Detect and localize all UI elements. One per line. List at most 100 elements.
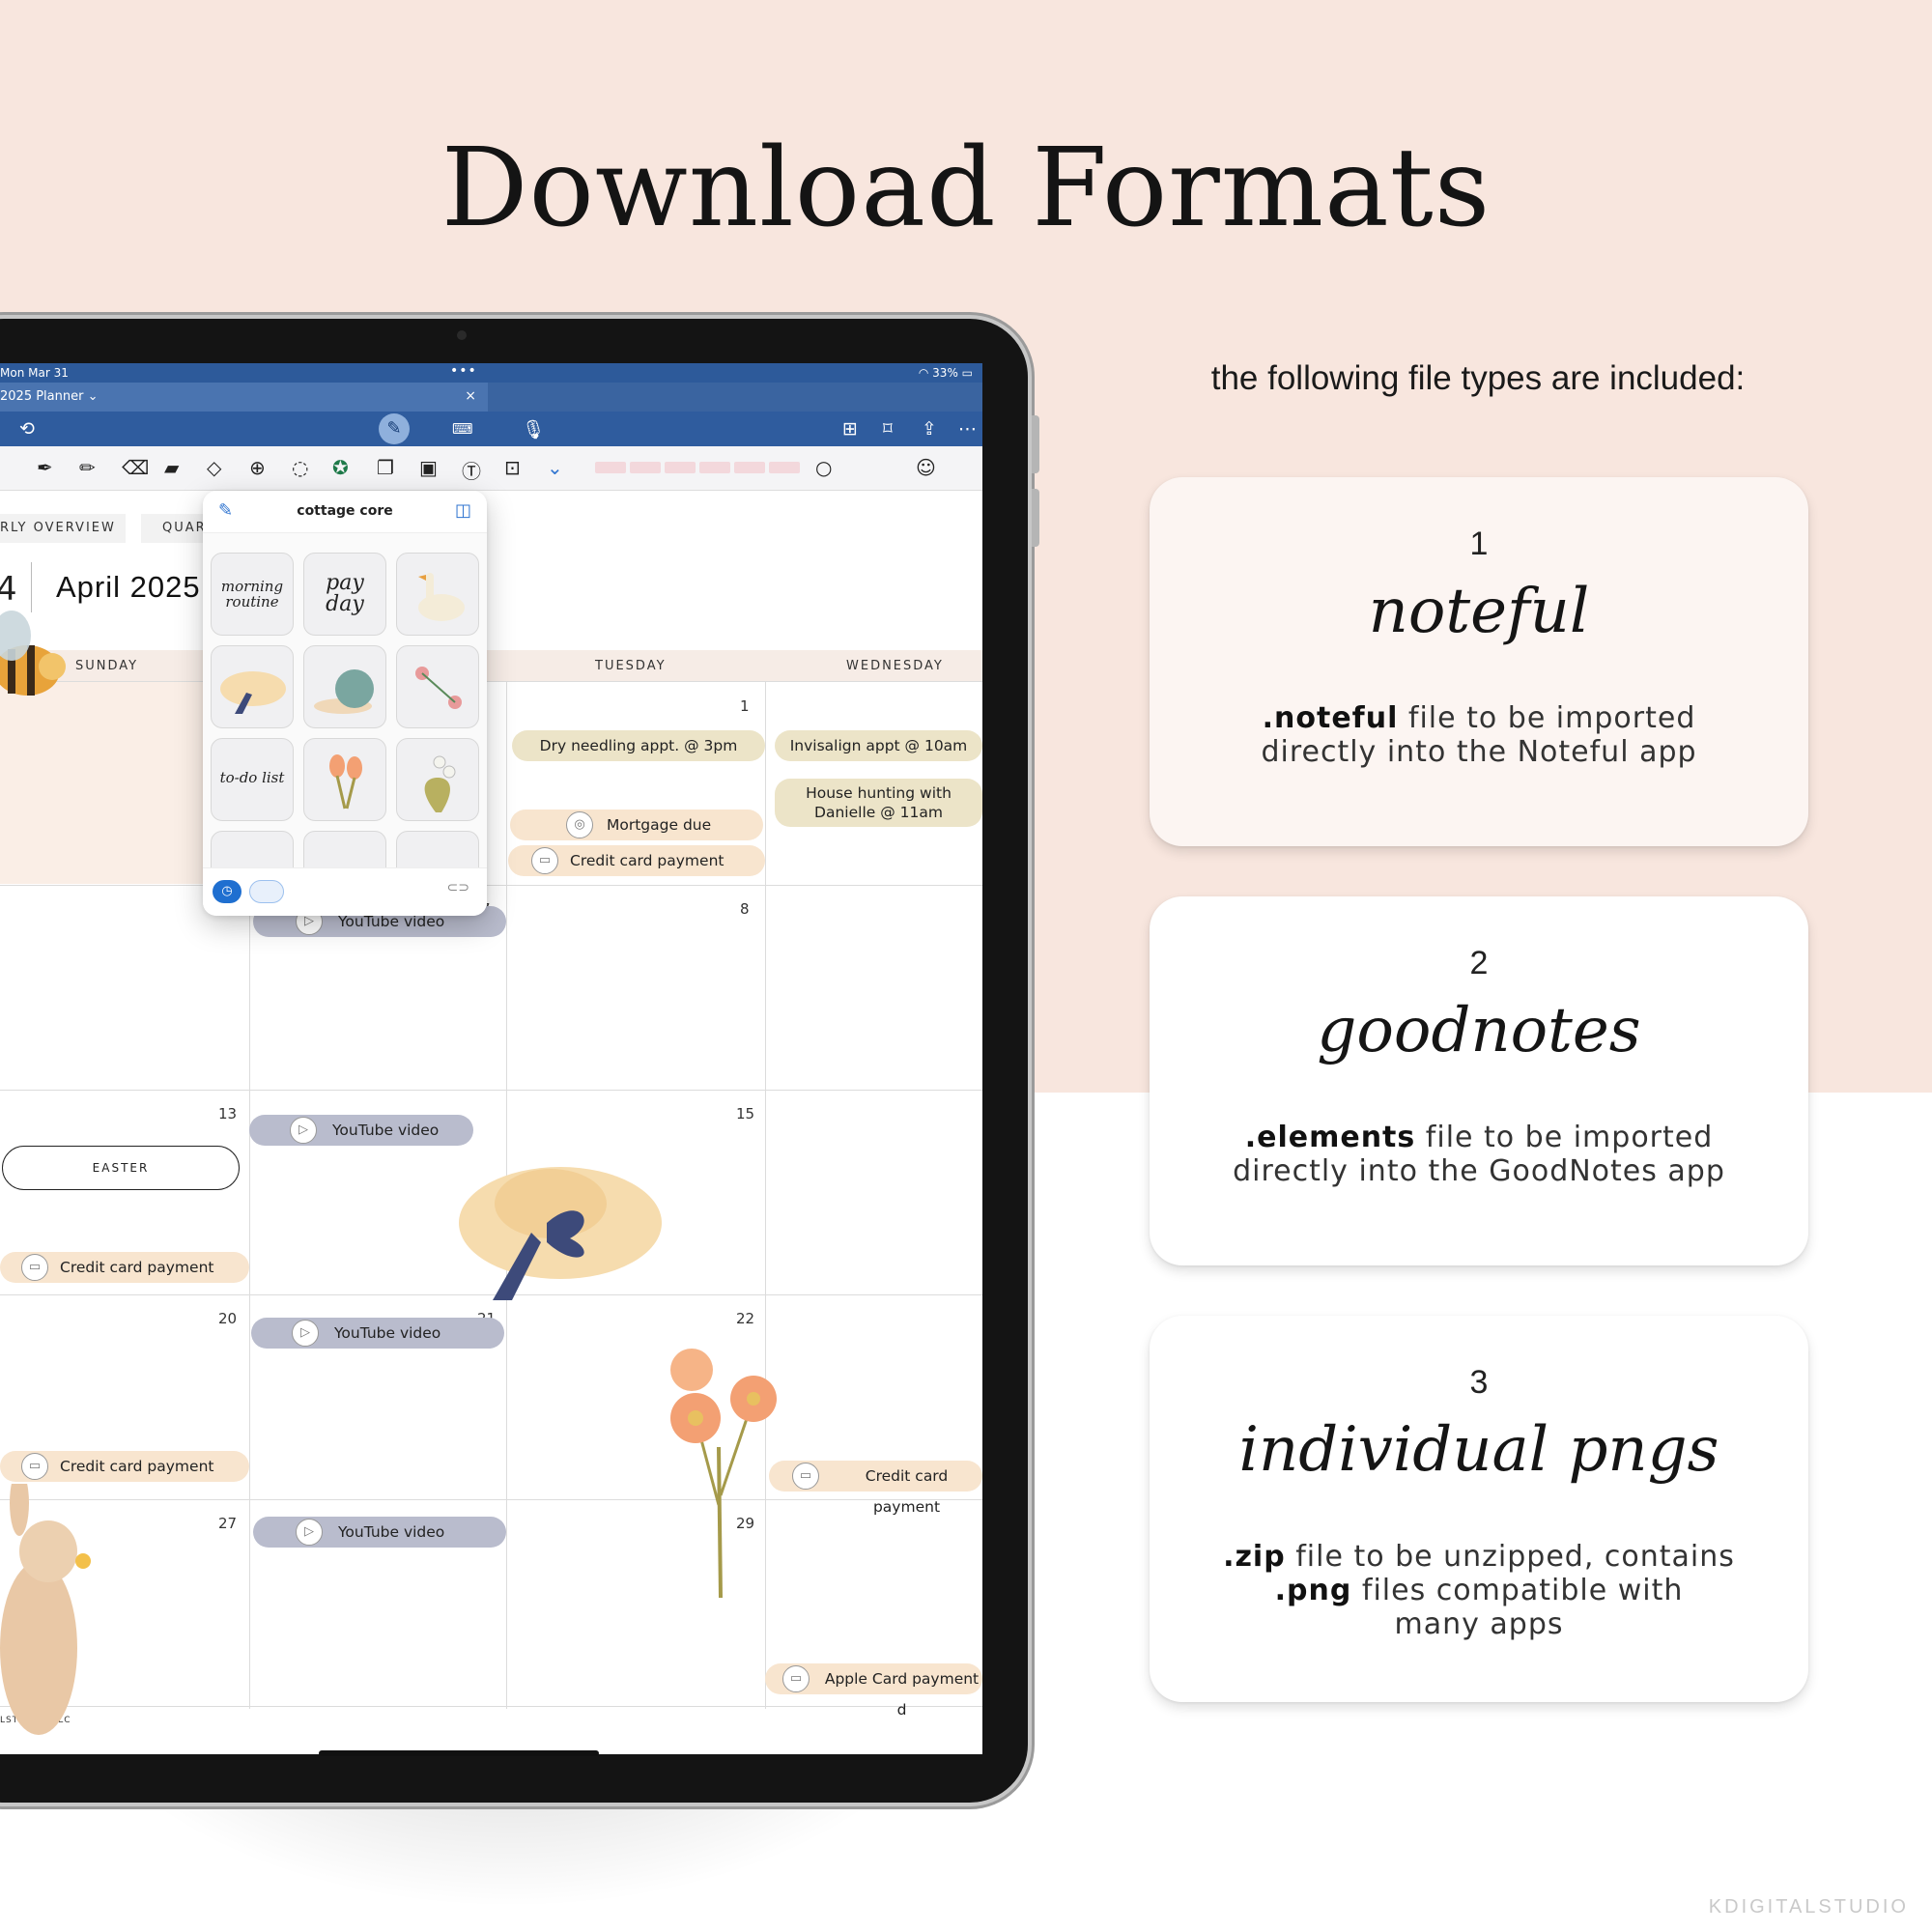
washi-tape-sticker[interactable] [595, 462, 626, 473]
grid-line [0, 681, 982, 682]
event-house-hunting[interactable]: House hunting with Danielle @ 11am [775, 779, 982, 827]
day-number: 27 [218, 1515, 238, 1532]
sticker-lily[interactable] [396, 738, 479, 821]
bunny-illustration [0, 1484, 91, 1735]
shapes-icon[interactable]: ◇ [207, 456, 221, 479]
tulip-icon [329, 754, 362, 810]
share-icon[interactable]: ⇪ [922, 418, 937, 440]
event-credit-card[interactable]: ▭ Credit card payment [0, 1451, 249, 1482]
event-youtube-video[interactable]: ▷ YouTube video [251, 1318, 504, 1349]
sidebar-icon[interactable]: ◫ [455, 500, 471, 521]
event-youtube-video[interactable]: ▷ YouTube video [253, 1517, 506, 1548]
sticker-panel: ✎ cottage core ◫ morning routine pay day t… [203, 491, 487, 916]
sticker-panel-header: ✎ cottage core ◫ [203, 491, 487, 533]
event-credit-card[interactable]: ▭ Credit card payment [508, 845, 765, 876]
play-icon: ▷ [290, 1117, 317, 1144]
sticker-item[interactable] [211, 831, 294, 867]
goose-icon [418, 573, 465, 621]
sticker-to-do-list[interactable]: to-do list [211, 738, 294, 821]
circle-icon[interactable]: ○ [815, 456, 832, 479]
credit-card-icon: ▭ [792, 1463, 819, 1490]
sticker-grid: morning routine pay day to-do list [203, 533, 487, 867]
washi-tape-sticker[interactable] [734, 462, 765, 473]
washi-tape-sticker[interactable] [665, 462, 696, 473]
card-description: .elements file to be imported directly i… [1233, 1121, 1725, 1188]
eraser-icon[interactable]: ⌫ [122, 456, 149, 479]
sticker-item[interactable] [396, 831, 479, 867]
camera-icon[interactable]: ⊡ [504, 456, 521, 479]
sticker-tulips[interactable] [303, 738, 386, 821]
tab-title: 2025 Planner ⌄ [0, 389, 99, 404]
volume-button [1032, 489, 1039, 547]
format-card-noteful: 1 noteful .noteful file to be imported d… [1150, 477, 1808, 846]
event-mortgage-due[interactable]: ◎ Mortgage due [510, 810, 763, 840]
sticker-item[interactable] [303, 831, 386, 867]
sticker-icon[interactable]: ✪ [332, 456, 349, 479]
event-apple-card[interactable]: ▭ Apple Card payment d [765, 1663, 982, 1719]
format-card-individual-pngs: 3 individual pngs .zip file to be unzipp… [1150, 1316, 1808, 1702]
event-easter[interactable]: EASTER [2, 1146, 240, 1190]
sticker-snail[interactable] [303, 645, 386, 728]
sticker-goose[interactable] [396, 553, 479, 636]
month-title: April 2025 [56, 570, 201, 604]
day-number: 20 [218, 1310, 238, 1327]
event-credit-card[interactable]: ▭ Credit card payment [0, 1252, 249, 1283]
sticker-pay-day[interactable]: pay day [303, 553, 386, 636]
piggy-bank-icon: ◎ [566, 811, 593, 838]
rotate-icon[interactable]: ⟲ [19, 418, 35, 440]
sticker-flowers[interactable] [396, 645, 479, 728]
more-icon[interactable]: ⋯ [958, 418, 977, 440]
tool-bar: ✒ ✏ ⌫ ▰ ◇ ⊕ ◌ ✪ ❐ ▣ Ⓣ ⊡ ⌄ ○ ☺ [0, 446, 982, 491]
sticker-panel-footer: ◷ ⊂⊃ [203, 867, 487, 916]
weekday-header [0, 650, 982, 681]
link-icon[interactable]: ⊂⊃ [447, 880, 469, 895]
yearly-overview-button[interactable]: RLY OVERVIEW [0, 514, 126, 543]
text-icon[interactable]: Ⓣ [462, 456, 481, 484]
sticker-category[interactable] [249, 880, 284, 903]
card-format-name: individual pngs [1238, 1414, 1719, 1486]
day-number: 13 [218, 1105, 238, 1122]
add-page-icon[interactable]: ⊞ [842, 418, 858, 440]
event-youtube-video[interactable]: ▷ YouTube video [249, 1115, 473, 1146]
zoom-icon[interactable]: ⊕ [249, 456, 266, 479]
smiley-icon[interactable]: ☺ [916, 456, 936, 479]
tab-2025-planner[interactable]: 2025 Planner ⌄ × [0, 383, 488, 412]
keyboard-icon[interactable]: ⌨ [452, 420, 473, 438]
copy-icon[interactable]: ❐ [377, 456, 394, 479]
pen-mode-icon[interactable]: ✎ [379, 413, 410, 444]
close-icon[interactable]: × [465, 388, 476, 404]
play-icon: ▷ [292, 1320, 319, 1347]
sun-hat-illustration [459, 1167, 662, 1300]
image-icon[interactable]: ▣ [419, 456, 438, 479]
tab-bar: 2025 Planner ⌄ × [0, 383, 982, 412]
washi-tape-sticker[interactable] [630, 462, 661, 473]
weekday-sunday: SUNDAY [75, 659, 139, 673]
lasso-icon[interactable]: ◌ [292, 456, 308, 479]
subheading: the following file types are included: [1210, 359, 1746, 397]
bookmark-icon[interactable]: ⌑ [883, 418, 893, 440]
sticker-hat[interactable] [211, 645, 294, 728]
chevron-down-icon[interactable]: ⌄ [547, 456, 563, 479]
pencil-icon[interactable]: ✏ [79, 456, 96, 479]
flower-bouquet-illustration [670, 1349, 777, 1599]
washi-tape-sticker[interactable] [699, 462, 730, 473]
card-description: .noteful file to be imported directly in… [1261, 701, 1697, 769]
event-credit-card[interactable]: ▭ Credit card payment [769, 1461, 982, 1516]
microphone-icon[interactable]: 🎙 [522, 418, 545, 440]
day-number: 15 [736, 1105, 755, 1122]
sticker-morning-routine[interactable]: morning routine [211, 553, 294, 636]
card-number: 1 [1469, 526, 1489, 562]
event-invisalign[interactable]: Invisalign appt @ 10am [775, 730, 982, 761]
format-card-goodnotes: 2 goodnotes .elements file to be importe… [1150, 896, 1808, 1265]
event-dry-needling[interactable]: Dry needling appt. @ 3pm [512, 730, 765, 761]
multitask-dots[interactable]: ••• [450, 363, 477, 379]
home-indicator [319, 1750, 599, 1756]
recent-icon[interactable]: ◷ [213, 880, 242, 903]
washi-tape-sticker[interactable] [769, 462, 800, 473]
planner-page: RLY OVERVIEW QUART 4 April 2025 SUNDAY T… [0, 491, 982, 1754]
highlighter-icon[interactable]: ▰ [164, 456, 179, 479]
volume-button [1032, 415, 1039, 473]
nav-bar: ⟲ ⌨ 🎙 ⊞ ⌑ ⇪ ⋯ [0, 412, 982, 446]
pen-icon[interactable]: ✒ [37, 456, 53, 479]
quarterly-button[interactable]: QUART [141, 514, 213, 543]
